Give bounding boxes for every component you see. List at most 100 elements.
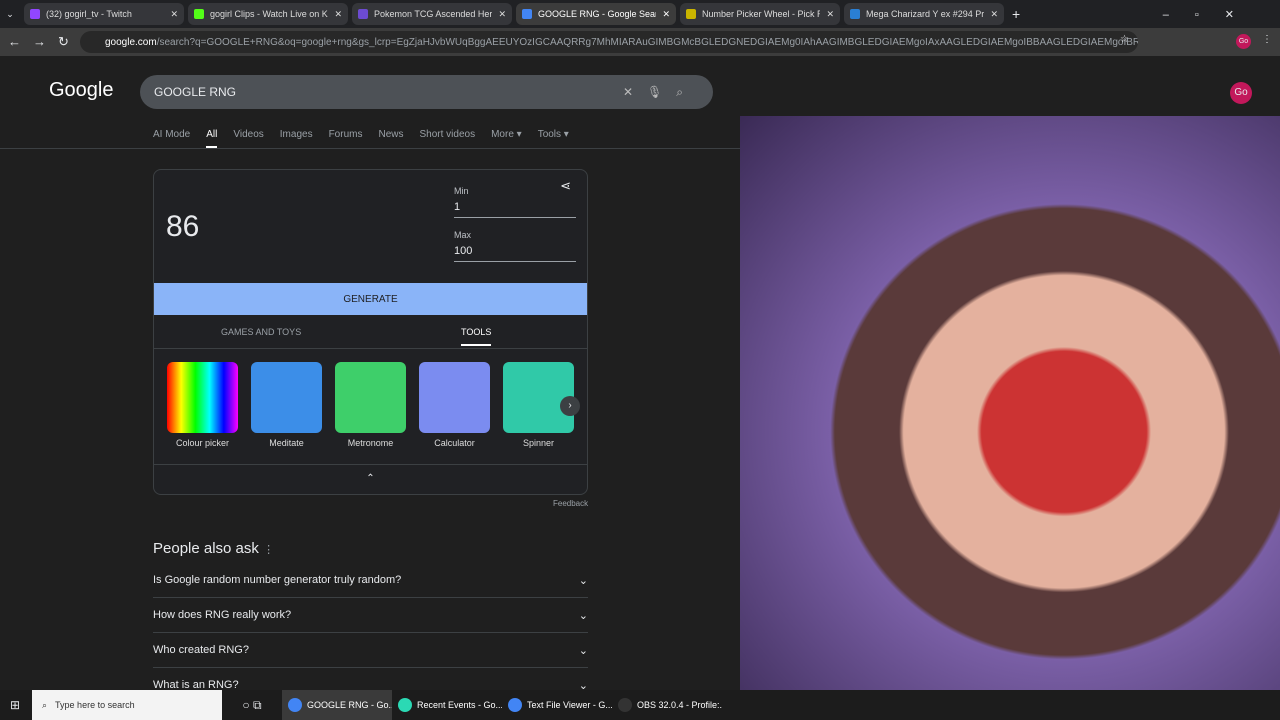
taskbar-app-label: OBS 32.0.4 - Profile:... xyxy=(637,700,722,710)
address-bar[interactable]: google.com/search?q=GOOGLE+RNG&oq=google… xyxy=(80,31,1138,53)
nav-buttons[interactable]: ←→↻ xyxy=(8,34,81,50)
tab-title: gogirl Clips - Watch Live on Kick xyxy=(210,9,329,19)
url-path: /search?q=GOOGLE+RNG&oq=google+rng&gs_lc… xyxy=(156,36,1138,48)
taskbar-app-label: Text File Viewer - G... xyxy=(527,700,612,710)
min-label: Min xyxy=(454,186,469,196)
nav-tab-images[interactable]: Images xyxy=(280,129,313,148)
metronome-icon xyxy=(335,362,406,433)
browser-tab[interactable]: Number Picker Wheel - Pick Random ✕ xyxy=(680,3,840,25)
tool-label: Spinner xyxy=(522,438,555,448)
paa-question[interactable]: How does RNG really work? ⌄ xyxy=(153,598,588,633)
min-value[interactable]: 1 xyxy=(454,201,576,218)
search-actions-icons[interactable]: ✕🎙⌕ xyxy=(623,85,697,100)
taskbar-app[interactable]: GOOGLE RNG - Go... xyxy=(282,690,392,720)
chevron-down-icon: ⌄ xyxy=(578,574,588,587)
search-input[interactable]: GOOGLE RNG ✕🎙⌕ xyxy=(140,75,713,109)
tab-strip: ⌄ (32) gogirl_tv - Twitch ✕ gogirl Clips -… xyxy=(0,0,1280,28)
bookmark-star-icon[interactable]: ☆ xyxy=(1120,34,1129,45)
app-icon xyxy=(508,698,522,712)
nav-tab-short-videos[interactable]: Short videos xyxy=(420,129,476,148)
tool-label: Metronome xyxy=(347,438,394,448)
tab-title: (32) gogirl_tv - Twitch xyxy=(46,9,132,19)
chevron-down-icon: ⌄ xyxy=(578,609,588,622)
max-field[interactable]: Max 100 xyxy=(454,230,576,262)
max-label: Max xyxy=(454,230,472,240)
generate-button[interactable]: GENERATE xyxy=(154,283,587,315)
chevron-right-icon[interactable]: › xyxy=(560,396,580,416)
tool-metronome[interactable]: Metronome xyxy=(335,362,406,448)
tool-label: Calculator xyxy=(434,438,475,448)
tool-label: Meditate xyxy=(269,438,304,448)
nav-tab-ai-mode[interactable]: AI Mode xyxy=(153,129,190,148)
taskbar-search-placeholder: Type here to search xyxy=(55,700,135,710)
taskbar-search[interactable]: ⌕ Type here to search xyxy=(32,690,222,720)
search-nav-tabs: AI Mode All Videos Images Forums News Short vi… xyxy=(153,129,569,148)
taskbar-app[interactable]: Recent Events - Go... xyxy=(392,690,502,720)
taskbar-app-label: Recent Events - Go... xyxy=(417,700,502,710)
tool-colour-picker[interactable]: Colour picker xyxy=(167,362,238,448)
tool-label: Colour picker xyxy=(175,438,230,448)
paa-question[interactable]: Is Google random number generator truly … xyxy=(153,563,588,598)
colour-picker-icon xyxy=(167,362,238,433)
nav-tab-news[interactable]: News xyxy=(378,129,403,148)
feedback-link[interactable]: Feedback xyxy=(553,499,588,508)
new-tab-button[interactable]: + xyxy=(1012,6,1020,22)
windows-taskbar: ⊞ ⌕ Type here to search ○ ⧉ GOOGLE RNG - … xyxy=(0,690,1280,720)
nav-tab-videos[interactable]: Videos xyxy=(233,129,263,148)
taskbar-app[interactable]: OBS 32.0.4 - Profile:... xyxy=(612,690,722,720)
nav-tab-tools[interactable]: Tools ▾ xyxy=(538,129,569,148)
search-query: GOOGLE RNG xyxy=(154,85,237,99)
google-logo[interactable]: Google xyxy=(49,79,114,102)
task-view-icons[interactable]: ○ ⧉ xyxy=(222,698,282,713)
tab-favicon-icon xyxy=(194,9,204,19)
browser-tab[interactable]: gogirl Clips - Watch Live on Kick ✕ xyxy=(188,3,348,25)
collapse-button[interactable]: ⌃ xyxy=(154,464,587,484)
browser-tab[interactable]: Mega Charizard Y ex #294 Price ✕ xyxy=(844,3,1004,25)
min-field[interactable]: Min 1 xyxy=(454,186,576,218)
url-host: google.com xyxy=(105,36,157,48)
divider xyxy=(0,148,740,149)
google-avatar[interactable]: Go xyxy=(1230,82,1252,104)
meditate-icon xyxy=(251,362,322,433)
browser-tab[interactable]: (32) gogirl_tv - Twitch ✕ xyxy=(24,3,184,25)
tab-title: Pokemon TCG Ascended Heroes xyxy=(374,9,493,19)
tab-title: Mega Charizard Y ex #294 Price xyxy=(866,9,985,19)
tab-close-icon[interactable]: ✕ xyxy=(170,9,178,20)
app-icon xyxy=(398,698,412,712)
tab-favicon-icon xyxy=(358,9,368,19)
calculator-icon xyxy=(419,362,490,433)
taskbar-app[interactable]: Text File Viewer - G... xyxy=(502,690,612,720)
paa-question[interactable]: Who created RNG? ⌄ xyxy=(153,633,588,668)
window-controls[interactable]: –▫✕ xyxy=(1163,8,1260,21)
rng-result: 86 xyxy=(166,210,200,243)
menu-icon[interactable]: ⋮ xyxy=(1262,34,1272,45)
tab-search-icon[interactable]: ⌄ xyxy=(0,9,20,20)
max-value[interactable]: 100 xyxy=(454,245,576,262)
tab-close-icon[interactable]: ✕ xyxy=(662,9,670,20)
nav-tab-all[interactable]: All xyxy=(206,129,218,148)
tab-close-icon[interactable]: ✕ xyxy=(498,9,506,20)
random-number-generator: 86 ⋖ Min 1 Max 100 GENERATE GAMES AND TOYS… xyxy=(153,169,588,495)
tab-close-icon[interactable]: ✕ xyxy=(826,9,834,20)
chevron-down-icon: ⌄ xyxy=(578,644,588,657)
search-icon: ⌕ xyxy=(42,699,48,710)
tool-meditate[interactable]: Meditate xyxy=(251,362,322,448)
tab-favicon-icon xyxy=(30,9,40,19)
profile-avatar[interactable]: Go xyxy=(1236,34,1251,49)
tab-title: GOOGLE RNG - Google Search xyxy=(538,9,657,19)
nav-tab-forums[interactable]: Forums xyxy=(329,129,363,148)
more-options-icon[interactable]: ⋮ xyxy=(263,544,274,556)
webcam-overlay xyxy=(740,116,1280,690)
question-text: Who created RNG? xyxy=(153,644,249,656)
nav-tab-more[interactable]: More ▾ xyxy=(491,129,522,148)
browser-tab[interactable]: GOOGLE RNG - Google Search ✕ xyxy=(516,3,676,25)
tab-favicon-icon xyxy=(522,9,532,19)
tab-games-and-toys[interactable]: GAMES AND TOYS xyxy=(221,327,301,337)
windows-start-icon[interactable]: ⊞ xyxy=(10,698,20,712)
tab-close-icon[interactable]: ✕ xyxy=(990,9,998,20)
tab-tools[interactable]: TOOLS xyxy=(461,327,492,346)
tab-close-icon[interactable]: ✕ xyxy=(334,9,342,20)
app-icon xyxy=(618,698,632,712)
tool-calculator[interactable]: Calculator xyxy=(419,362,490,448)
browser-tab[interactable]: Pokemon TCG Ascended Heroes ✕ xyxy=(352,3,512,25)
